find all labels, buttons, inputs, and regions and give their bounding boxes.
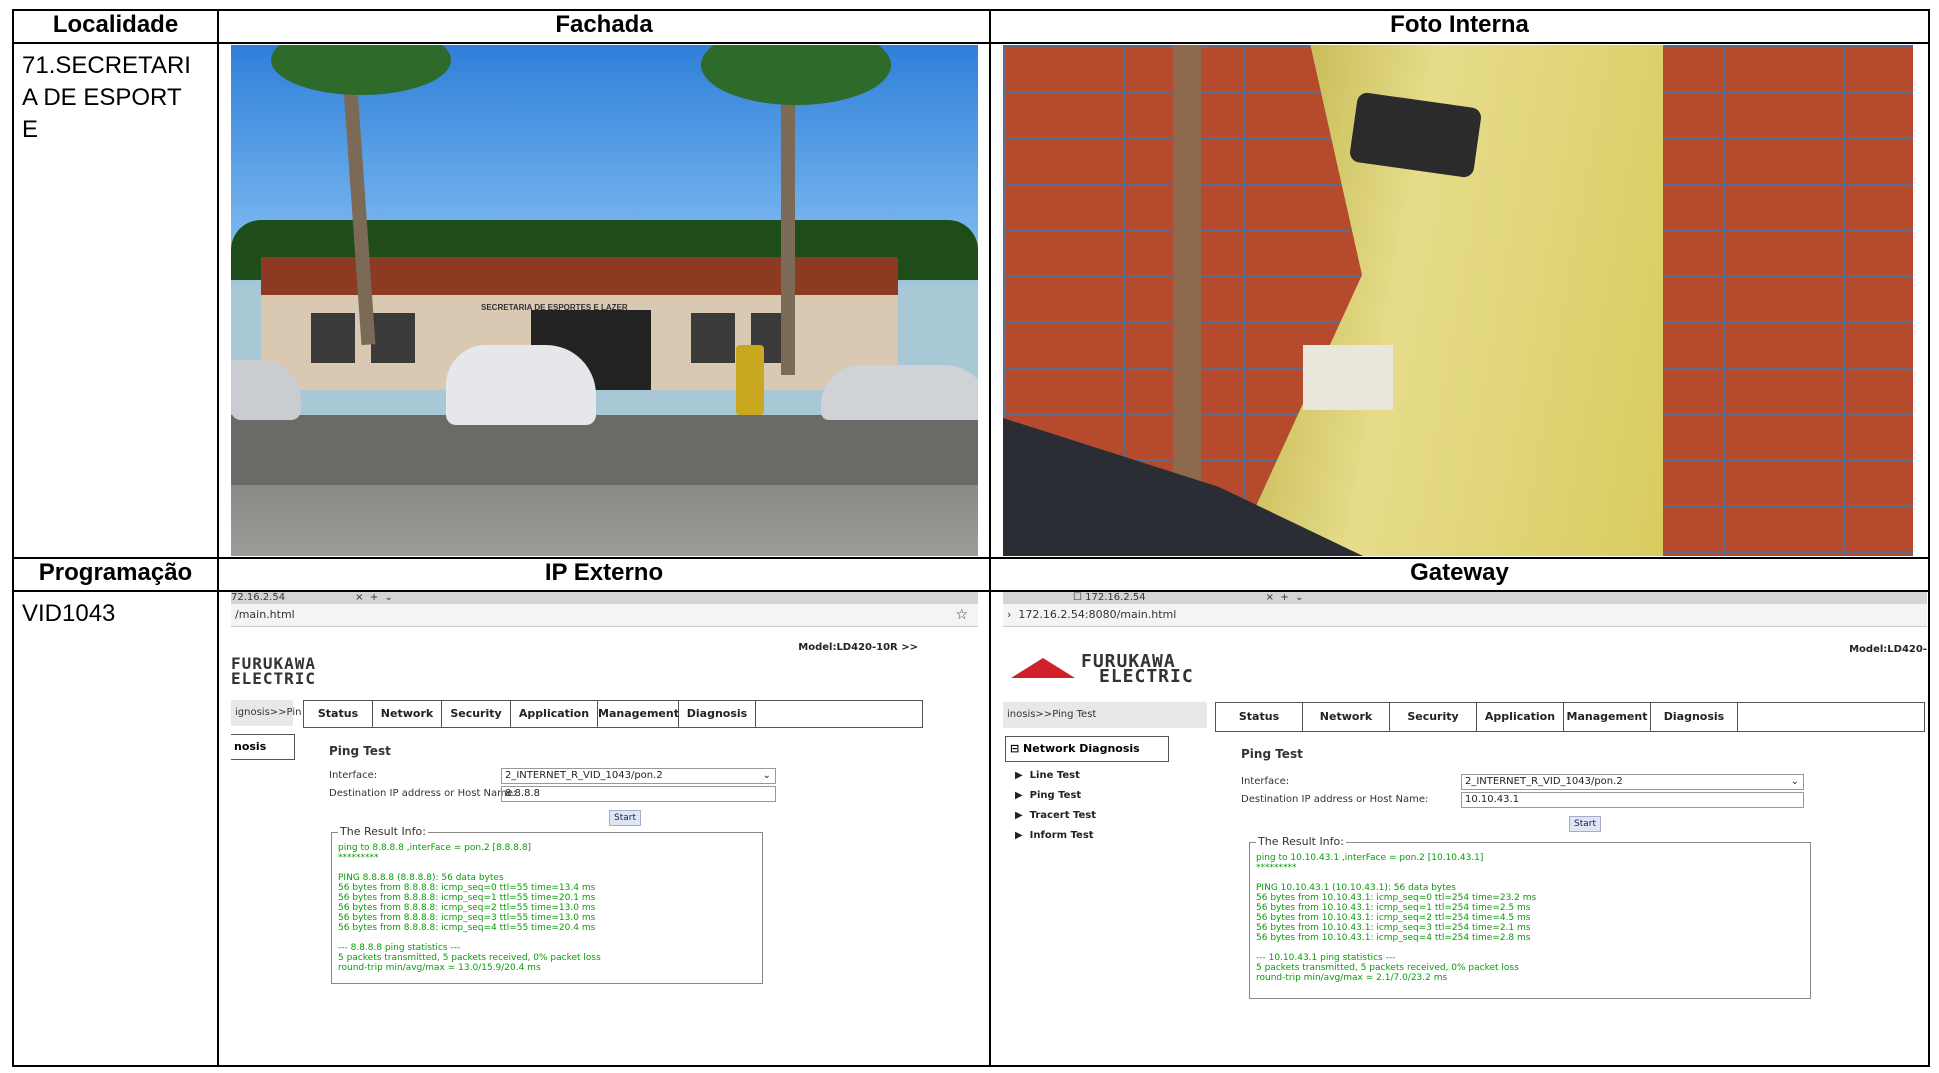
tab-management[interactable]: Management: [598, 701, 679, 727]
interface-label: Interface:: [1241, 776, 1290, 787]
destination-input[interactable]: 8.8.8.8: [501, 786, 776, 802]
sidebar-item-tracert-test[interactable]: ▶ Tracert Test: [1015, 810, 1096, 821]
sidebar-item-ping-test[interactable]: ▶ Ping Test: [1015, 790, 1081, 801]
programacao-value: VID1043: [22, 600, 116, 627]
localidade-value: 71.SECRETARIA DE ESPORTE: [22, 52, 191, 143]
screenshot-row: VID1043 72.16.2.54 × + ⌄ /main.html ☆ Mode…: [12, 590, 1930, 1067]
fachada-photo: SECRETARIA DE ESPORTES E LAZER: [231, 45, 978, 556]
result-info-box: The Result Info: ping to 10.10.43.1 ,int…: [1249, 835, 1811, 999]
foto-interna-photo: [1003, 45, 1913, 556]
tab-application[interactable]: Application: [1477, 703, 1564, 731]
model-label: Model:LD420-10R >>: [798, 642, 918, 653]
tab-security[interactable]: Security: [1390, 703, 1477, 731]
programacao-cell: VID1043: [12, 590, 219, 1067]
interface-label: Interface:: [329, 770, 378, 781]
destination-input[interactable]: 10.10.43.1: [1461, 792, 1804, 808]
url-bar[interactable]: /main.html ☆: [231, 604, 978, 627]
destination-label: Destination IP address or Host Name:: [329, 788, 517, 799]
sidebar-diagnosis[interactable]: nosis: [231, 734, 295, 760]
result-info-box: The Result Info: ping to 8.8.8.8 ,interF…: [331, 825, 763, 984]
header-localidade: Localidade: [12, 9, 219, 44]
browser-tab: ☐ 172.16.2.54 × + ⌄: [1003, 593, 1927, 604]
interface-select[interactable]: 2_INTERNET_R_VID_1043/pon.2 ⌄: [1461, 774, 1804, 790]
header-row-2: Programação IP Externo Gateway: [12, 557, 1930, 592]
tab-management[interactable]: Management: [1564, 703, 1651, 731]
sidebar-network-diagnosis[interactable]: ⊟ Network Diagnosis: [1005, 736, 1169, 762]
chevron-down-icon: ⌄: [762, 770, 771, 781]
header-programacao: Programação: [12, 557, 219, 592]
main-nav: Status Network Security Application Mana…: [1215, 702, 1925, 732]
ip-externo-cell: 72.16.2.54 × + ⌄ /main.html ☆ Model:LD420-…: [217, 590, 991, 1067]
star-icon[interactable]: ☆: [955, 604, 968, 626]
tab-status[interactable]: Status: [1216, 703, 1303, 731]
gateway-screenshot: ☐ 172.16.2.54 × + ⌄ › 172.16.2.54:8080/ma…: [1003, 593, 1927, 1064]
page-title: Ping Test: [1241, 747, 1303, 761]
header-row-1: Localidade Fachada Foto Interna: [12, 9, 1930, 44]
main-nav: Status Network Security Application Mana…: [303, 700, 923, 728]
page-title: Ping Test: [329, 744, 391, 758]
fachada-sign: SECRETARIA DE ESPORTES E LAZER: [481, 303, 628, 312]
brand-logo: FURUKAWA ELECTRIC: [231, 654, 317, 688]
result-lines: ping to 10.10.43.1 ,interFace = pon.2 [1…: [1256, 853, 1537, 983]
browser-tab: 72.16.2.54 × + ⌄: [231, 593, 978, 604]
chevron-down-icon: ⌄: [1790, 776, 1799, 787]
tab-security[interactable]: Security: [442, 701, 511, 727]
breadcrumb: ignosis>>Pin: [231, 700, 301, 726]
tab-application[interactable]: Application: [511, 701, 598, 727]
result-legend: The Result Info:: [338, 825, 428, 838]
url-bar[interactable]: › 172.16.2.54:8080/main.html: [1003, 604, 1927, 627]
ip-externo-screenshot: 72.16.2.54 × + ⌄ /main.html ☆ Model:LD420-…: [231, 593, 978, 1055]
photo-row: 71.SECRETARIA DE ESPORTE SECRETARIA DE E…: [12, 42, 1930, 559]
header-foto-interna: Foto Interna: [989, 9, 1930, 44]
header-fachada: Fachada: [217, 9, 991, 44]
interface-select[interactable]: 2_INTERNET_R_VID_1043/pon.2 ⌄: [501, 768, 776, 784]
fachada-cell: SECRETARIA DE ESPORTES E LAZER: [217, 42, 991, 559]
start-button[interactable]: Start: [1569, 816, 1601, 832]
brand-logo: FURUKAWA ELECTRIC: [1081, 651, 1194, 687]
gateway-cell: ☐ 172.16.2.54 × + ⌄ › 172.16.2.54:8080/ma…: [989, 590, 1930, 1067]
start-button[interactable]: Start: [609, 810, 641, 826]
result-lines: ping to 8.8.8.8 ,interFace = pon.2 [8.8.…: [338, 843, 601, 973]
localidade-cell: 71.SECRETARIA DE ESPORTE: [12, 42, 219, 559]
header-gateway: Gateway: [989, 557, 1930, 592]
tab-network[interactable]: Network: [1303, 703, 1390, 731]
model-label: Model:LD420-: [1849, 644, 1927, 655]
tab-network[interactable]: Network: [373, 701, 442, 727]
header-ip-externo: IP Externo: [217, 557, 991, 592]
tab-diagnosis[interactable]: Diagnosis: [1651, 703, 1738, 731]
sidebar-item-inform-test[interactable]: ▶ Inform Test: [1015, 830, 1094, 841]
breadcrumb: inosis>>Ping Test: [1003, 702, 1207, 728]
sidebar-item-line-test[interactable]: ▶ Line Test: [1015, 770, 1080, 781]
tab-diagnosis[interactable]: Diagnosis: [679, 701, 756, 727]
destination-label: Destination IP address or Host Name:: [1241, 794, 1429, 805]
foto-interna-cell: [989, 42, 1930, 559]
report-table: Localidade Fachada Foto Interna 71.SECRE…: [12, 9, 1930, 1067]
brand-logo-icon: [1011, 658, 1075, 678]
tab-status[interactable]: Status: [304, 701, 373, 727]
result-legend: The Result Info:: [1256, 835, 1346, 848]
